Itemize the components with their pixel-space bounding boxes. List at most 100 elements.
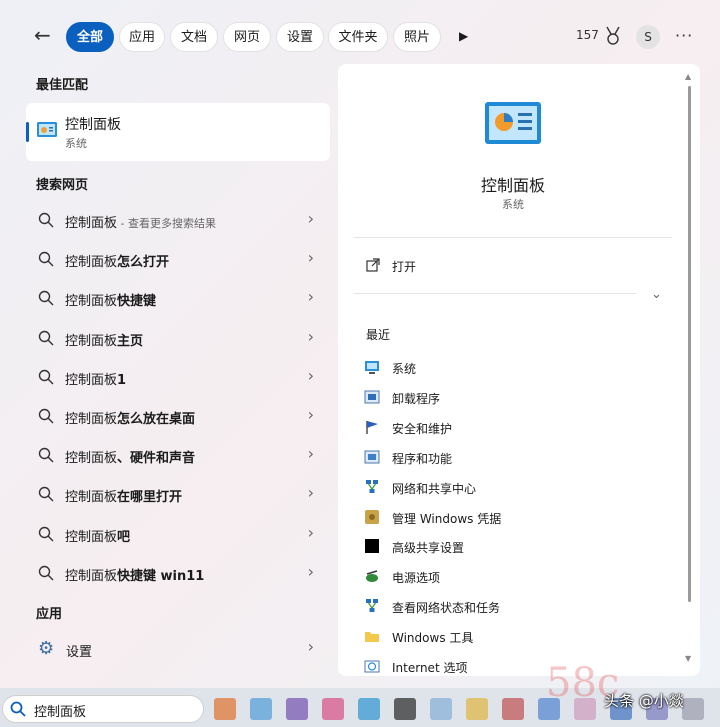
divider [354, 293, 636, 294]
detail-title: 控制面板 [480, 176, 545, 195]
network-icon [364, 479, 380, 495]
recent-item-label: Internet 选项 [392, 661, 468, 675]
recent-item[interactable]: 高级共享设置 [364, 536, 664, 558]
recent-item[interactable]: 管理 Windows 凭据 [364, 507, 664, 529]
tab-folders[interactable]: 文件夹 [328, 22, 388, 52]
search-icon [38, 526, 54, 542]
recent-item[interactable]: Windows 工具 [364, 626, 664, 648]
folder-icon [364, 628, 380, 644]
taskbar-search-box[interactable] [2, 695, 204, 723]
tab-documents[interactable]: 文档 [170, 22, 218, 52]
tab-apps[interactable]: 应用 [119, 22, 165, 52]
taskbar-app-icon[interactable] [250, 698, 272, 720]
taskbar-app-icon[interactable] [286, 698, 308, 720]
web-search-result[interactable]: 控制面板、硬件和声音 › [32, 438, 322, 472]
recent-item[interactable]: 电源选项 [364, 566, 664, 588]
uninstall-icon [364, 389, 380, 405]
tab-all[interactable]: 全部 [66, 22, 114, 52]
chevron-right-icon[interactable]: › [308, 444, 314, 463]
web-search-result[interactable]: 控制面板吧 › [32, 517, 322, 551]
recent-item[interactable]: 程序和功能 [364, 447, 664, 469]
search-icon [38, 212, 54, 228]
tab-settings[interactable]: 设置 [276, 22, 324, 52]
query-suggestion: 快捷键 [117, 294, 157, 310]
query-base: 控制面板 [65, 529, 118, 545]
taskbar-app-icon[interactable] [214, 698, 236, 720]
web-search-text: 控制面板怎么放在桌面 [65, 408, 195, 427]
taskbar-app-icon[interactable] [394, 698, 416, 720]
chevron-right-icon[interactable]: › [308, 248, 314, 267]
search-icon [38, 251, 54, 267]
recent-item-label: Windows 工具 [392, 631, 474, 646]
selection-indicator [26, 122, 29, 142]
scroll-down-arrow-icon[interactable]: ▼ [685, 654, 691, 663]
taskbar-app-icon[interactable] [322, 698, 344, 720]
app-result-settings[interactable]: ⚙ 设置 › [32, 636, 322, 662]
divider [354, 237, 672, 238]
chevron-right-icon[interactable]: › [308, 327, 314, 346]
recent-item-label: 网络和共享中心 [392, 481, 477, 496]
back-arrow-icon[interactable]: ← [34, 24, 56, 46]
recent-item-label: 电源选项 [392, 571, 441, 586]
best-match-subtitle: 系统 [65, 137, 87, 150]
recent-item-label: 卸载程序 [392, 391, 441, 406]
rewards-points: 157 [576, 28, 599, 42]
more-options-icon[interactable]: ··· [675, 26, 693, 45]
detail-subtitle: 系统 [502, 198, 524, 211]
open-action[interactable]: 打开 [392, 258, 416, 275]
query-suggestion: 主页 [117, 333, 144, 349]
tab-web[interactable]: 网页 [223, 22, 271, 52]
query-suggestion: 快捷键 win11 [117, 568, 205, 584]
recent-item[interactable]: 安全和维护 [364, 417, 664, 439]
taskbar-app-icon[interactable] [682, 698, 704, 720]
taskbar-app-icon[interactable] [358, 698, 380, 720]
tab-photos[interactable]: 照片 [393, 22, 441, 52]
web-search-result[interactable]: 控制面板1 › [32, 360, 322, 394]
chevron-right-icon[interactable]: › [308, 562, 314, 581]
taskbar-app-icon[interactable] [430, 698, 452, 720]
more-tabs-play-icon[interactable]: ▶ [459, 28, 473, 44]
recent-item[interactable]: 网络和共享中心 [364, 477, 664, 499]
query-suggestion: 吧 [117, 529, 131, 545]
web-search-result[interactable]: 控制面板 - 查看更多搜索结果 › [32, 203, 322, 237]
web-search-text: 控制面板快捷键 [65, 290, 156, 309]
web-search-result[interactable]: 控制面板怎么放在桌面 › [32, 399, 322, 433]
taskbar-app-icon[interactable] [502, 698, 524, 720]
query-suggestion: 在哪里打开 [117, 490, 183, 506]
chevron-right-icon[interactable]: › [308, 405, 314, 424]
query-base: 控制面板 [65, 568, 118, 584]
medal-icon[interactable] [604, 26, 622, 46]
taskbar-search-input[interactable]: 控制面板 [34, 701, 86, 720]
scrollbar[interactable] [688, 86, 691, 602]
search-icon [38, 447, 54, 463]
query-suggestion: 怎么放在桌面 [117, 412, 196, 427]
apps-heading: 应用 [36, 607, 63, 622]
scroll-up-arrow-icon[interactable]: ▲ [685, 72, 691, 81]
chevron-right-icon[interactable]: › [308, 523, 314, 542]
recent-item[interactable]: 卸载程序 [364, 387, 664, 409]
control-panel-icon [36, 120, 58, 140]
query-base: 控制面板 [65, 333, 118, 349]
network-icon [364, 598, 380, 614]
chevron-right-icon[interactable]: › [308, 637, 314, 656]
chevron-down-icon[interactable]: ⌄ [651, 287, 662, 302]
recent-item[interactable]: 查看网络状态和任务 [364, 596, 664, 618]
control-panel-large-icon [484, 100, 542, 148]
avatar[interactable]: S [636, 25, 660, 49]
web-search-result[interactable]: 控制面板主页 › [32, 321, 322, 355]
open-external-icon[interactable] [366, 258, 380, 272]
web-search-result[interactable]: 控制面板怎么打开 › [32, 242, 322, 276]
taskbar-app-icon[interactable] [466, 698, 488, 720]
web-search-result[interactable]: 控制面板在哪里打开 › [32, 477, 322, 511]
web-search-result[interactable]: 控制面板快捷键 › [32, 281, 322, 315]
chevron-right-icon[interactable]: › [308, 209, 314, 228]
web-search-text: 控制面板快捷键 win11 [65, 565, 204, 584]
web-search-result[interactable]: 控制面板快捷键 win11 › [32, 556, 322, 590]
recent-item-label: 管理 Windows 凭据 [392, 511, 502, 526]
settings-gear-icon: ⚙ [38, 638, 55, 659]
recent-item[interactable]: 系统 [364, 357, 664, 379]
chevron-right-icon[interactable]: › [308, 287, 314, 306]
chevron-right-icon[interactable]: › [308, 366, 314, 385]
watermark-author: 头条 @小燚 [604, 692, 684, 710]
chevron-right-icon[interactable]: › [308, 483, 314, 502]
